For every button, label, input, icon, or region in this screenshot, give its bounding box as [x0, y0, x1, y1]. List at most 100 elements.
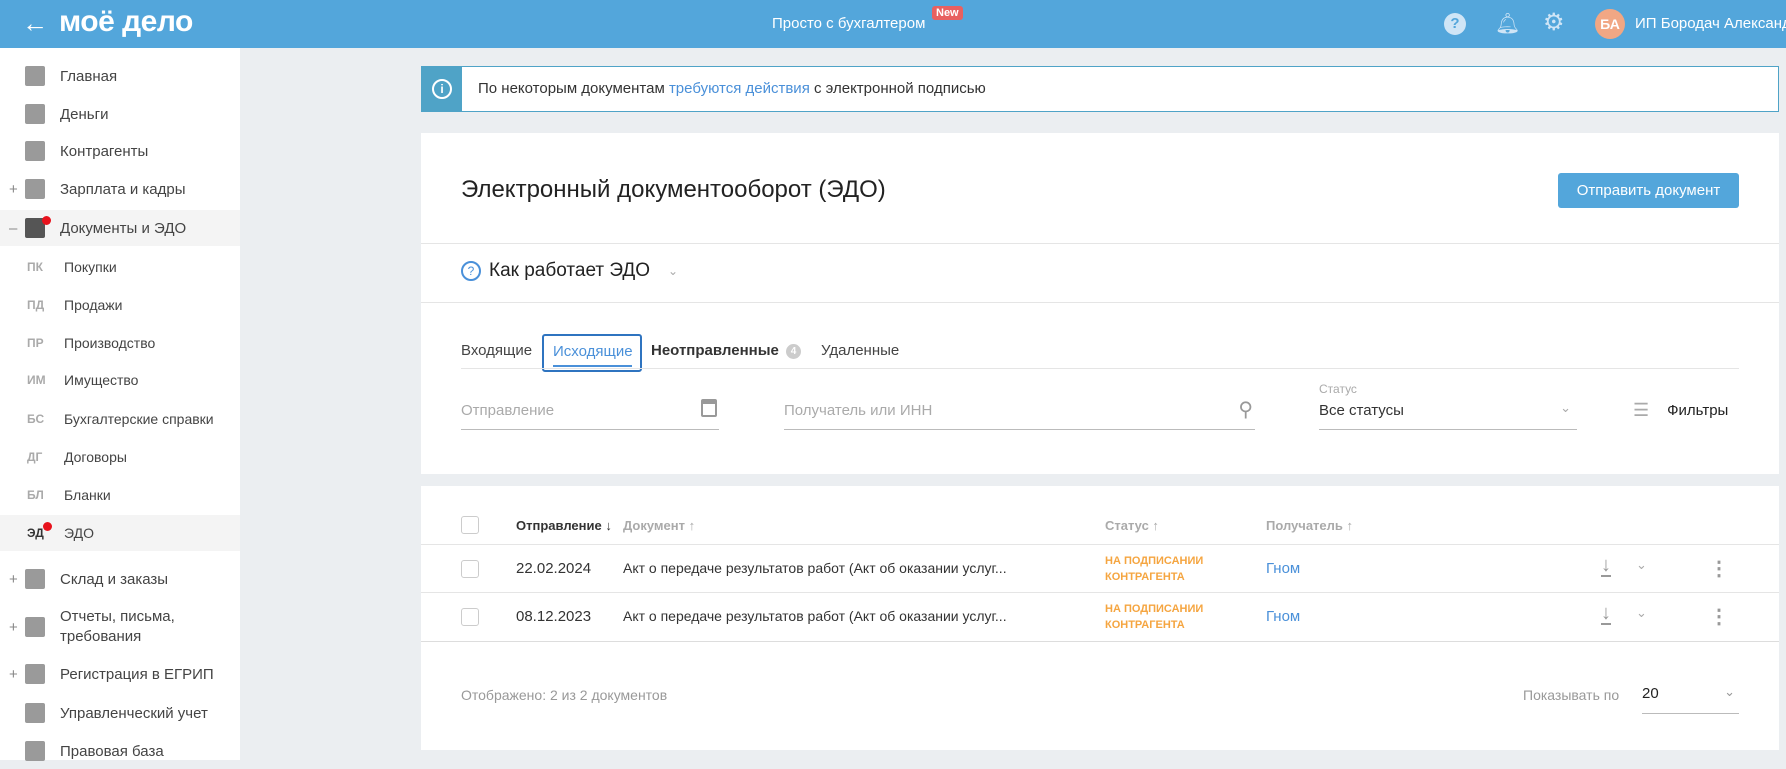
filters-label: Фильтры	[1667, 402, 1729, 419]
help-icon[interactable]: ?	[1444, 13, 1466, 35]
question-icon: ?	[461, 261, 481, 281]
banner-text-after: с электронной подписью	[809, 80, 986, 97]
row-checkbox[interactable]	[461, 608, 479, 626]
sidebar-item-registration[interactable]: + Регистрация в ЕГРИП	[0, 656, 240, 692]
row-recipient[interactable]: Гном	[1266, 608, 1300, 625]
status-line: КОНТРАГЕНТА	[1105, 619, 1185, 631]
column-header-document[interactable]: Документ ↑	[623, 518, 695, 533]
input-underline	[1642, 713, 1739, 714]
expand-icon[interactable]: +	[9, 181, 18, 198]
sidebar-item-label: Правовая база	[60, 742, 164, 760]
status-label: Статус	[1319, 382, 1357, 396]
sidebar-subitem-forms[interactable]: БЛ Бланки	[0, 477, 240, 513]
search-icon[interactable]: ⚲	[1238, 397, 1253, 422]
sidebar-item-label: Производство	[64, 335, 156, 351]
sidebar-subitem-purchases[interactable]: ПК Покупки	[0, 249, 240, 285]
more-options-icon[interactable]: ⋮	[1709, 604, 1729, 629]
status-select[interactable]: Статус Все статусы ⌄	[1319, 382, 1577, 430]
notification-dot	[43, 522, 52, 531]
sidebar-subitem-property[interactable]: ИМ Имущество	[0, 362, 240, 398]
sidebar-item-label: Документы и ЭДО	[60, 219, 187, 237]
download-icon[interactable]: ↓	[1601, 555, 1611, 577]
abbr: ДГ	[27, 450, 43, 464]
banner-link[interactable]: требуются действия	[669, 80, 810, 97]
divider	[421, 243, 1779, 244]
ruble-icon	[25, 703, 45, 723]
date-filter-input[interactable]: Отправление	[461, 395, 719, 430]
row-status: НА ПОДПИСАНИИ КОНТРАГЕНТА	[1105, 601, 1203, 633]
sidebar-item-label: Бухгалтерские справки	[64, 411, 214, 427]
sidebar-subitem-sales[interactable]: ПД Продажи	[0, 287, 240, 323]
active-tab-underline	[553, 365, 632, 367]
warehouse-icon	[25, 569, 45, 589]
sidebar-item-label: Имущество	[64, 372, 139, 388]
sidebar-item-salary[interactable]: + Зарплата и кадры	[0, 171, 240, 207]
sidebar-item-management[interactable]: Управленческий учет	[0, 695, 240, 731]
per-page-select[interactable]: 20 ⌄	[1642, 682, 1739, 714]
column-header-date[interactable]: Отправление ↓	[516, 518, 612, 533]
expand-icon[interactable]: +	[9, 571, 18, 588]
column-header-status[interactable]: Статус ↑	[1105, 518, 1159, 533]
row-document[interactable]: Акт о передаче результатов работ (Акт об…	[623, 608, 1007, 624]
sidebar-item-home[interactable]: Главная	[0, 58, 240, 94]
tab-incoming[interactable]: Входящие	[461, 342, 532, 359]
more-options-icon[interactable]: ⋮	[1709, 556, 1729, 581]
sidebar-item-reports[interactable]: + Отчеты, письма, требования	[0, 607, 240, 647]
briefcase-icon	[25, 741, 45, 761]
sidebar-item-money[interactable]: Деньги	[0, 96, 240, 132]
table-row[interactable]: 08.12.2023 Акт о передаче результатов ра…	[421, 593, 1779, 641]
promo-link[interactable]: Просто с бухгалтером	[772, 15, 925, 32]
logo[interactable]: моё дело	[59, 5, 193, 39]
unsent-count-badge: 4	[786, 344, 801, 359]
sidebar-subitem-contracts[interactable]: ДГ Договоры	[0, 439, 240, 475]
gear-icon[interactable]: ⚙	[1543, 8, 1565, 37]
sidebar-subitem-accounting-notes[interactable]: БС Бухгалтерские справки	[0, 401, 240, 437]
tab-unsent[interactable]: Неотправленные	[651, 342, 779, 359]
table-row[interactable]: 22.02.2024 Акт о передаче результатов ра…	[421, 545, 1779, 593]
expand-icon[interactable]: +	[9, 666, 18, 683]
contractor-icon	[25, 141, 45, 161]
collapse-icon[interactable]: –	[9, 220, 17, 237]
sidebar-item-contractors[interactable]: Контрагенты	[0, 133, 240, 169]
sidebar-item-documents[interactable]: – Документы и ЭДО	[0, 210, 240, 246]
home-icon	[25, 66, 45, 86]
user-name[interactable]: ИП Бородач Александ	[1635, 15, 1786, 32]
sidebar: Главная Деньги Контрагенты + Зарплата и к…	[0, 48, 240, 761]
row-recipient[interactable]: Гном	[1266, 560, 1300, 577]
sidebar-item-label: Зарплата и кадры	[60, 180, 186, 198]
sidebar-subitem-production[interactable]: ПР Производство	[0, 325, 240, 361]
new-badge: New	[932, 6, 963, 20]
calendar-icon[interactable]	[701, 399, 717, 417]
chevron-down-icon: ⌄	[668, 264, 679, 278]
sidebar-item-legal[interactable]: Правовая база	[0, 733, 240, 769]
abbr: ПР	[27, 336, 44, 350]
sidebar-item-label: Главная	[60, 67, 118, 85]
recipient-search-input[interactable]: Получатель или ИНН ⚲	[784, 395, 1255, 430]
sidebar-subitem-edo[interactable]: ЭД ЭДО	[0, 515, 240, 551]
tabs-divider	[461, 368, 1739, 369]
sidebar-item-warehouse[interactable]: + Склад и заказы	[0, 561, 240, 597]
how-edo-works-label: Как работает ЭДО	[489, 260, 651, 281]
chevron-down-icon[interactable]: ⌄	[1636, 557, 1647, 573]
expand-icon[interactable]: +	[9, 619, 18, 636]
download-icon[interactable]: ↓	[1601, 603, 1611, 625]
how-edo-works-toggle[interactable]: ? Как работает ЭДО ⌄	[461, 260, 678, 282]
tab-outgoing[interactable]: Исходящие	[542, 334, 642, 372]
report-icon	[25, 617, 45, 637]
tab-deleted[interactable]: Удаленные	[821, 342, 899, 359]
bell-icon[interactable]: 🔔︎	[1495, 11, 1520, 36]
select-all-checkbox[interactable]	[461, 516, 479, 534]
row-checkbox[interactable]	[461, 560, 479, 578]
avatar[interactable]: БА	[1595, 9, 1625, 39]
back-arrow-icon[interactable]: ←	[22, 8, 48, 39]
column-header-recipient[interactable]: Получатель ↑	[1266, 518, 1353, 533]
row-document[interactable]: Акт о передаче результатов работ (Акт об…	[623, 560, 1007, 576]
info-icon-box: i	[422, 67, 462, 111]
send-document-button[interactable]: Отправить документ	[1558, 173, 1739, 208]
recipient-placeholder: Получатель или ИНН	[784, 402, 933, 419]
per-page-value: 20	[1642, 685, 1659, 702]
registration-icon	[25, 664, 45, 684]
chevron-down-icon[interactable]: ⌄	[1636, 605, 1647, 621]
filters-button[interactable]: ☰ Фильтры	[1633, 400, 1728, 421]
abbr: ЭД	[27, 526, 44, 540]
